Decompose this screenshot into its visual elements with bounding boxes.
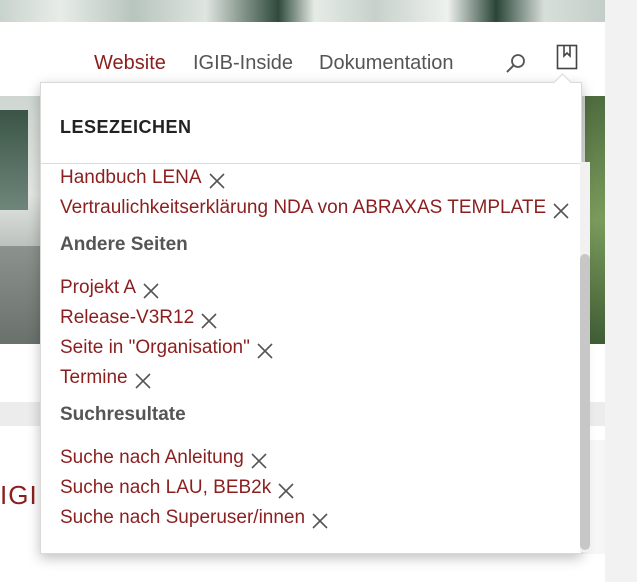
bookmark-link[interactable]: Handbuch LENA	[60, 167, 202, 189]
bookmark-item: Termine	[60, 364, 152, 392]
close-icon[interactable]	[552, 202, 570, 220]
bookmarks-title: LESEZEICHEN	[60, 117, 192, 137]
section-heading: IGI	[0, 480, 38, 510]
close-icon[interactable]	[142, 282, 160, 300]
bookmark-link[interactable]: Termine	[60, 367, 128, 389]
bookmark-item: Vertraulichkeitserklärung NDA von ABRAXA…	[60, 194, 570, 222]
bookmark-link[interactable]: Suche nach Superuser/innen	[60, 507, 305, 529]
hero-image-top	[0, 0, 605, 22]
group-title-andere-seiten: Andere Seiten	[60, 234, 188, 255]
group-title-suchresultate: Suchresultate	[60, 404, 186, 425]
bookmarks-list: Handbuch LENA Vertraulichkeitserklärung …	[41, 164, 581, 553]
nav-website[interactable]: Website	[94, 52, 166, 75]
bookmark-link[interactable]: Release-V3R12	[60, 307, 194, 329]
nav-dokumentation[interactable]: Dokumentation	[319, 52, 454, 75]
bookmark-link[interactable]: Vertraulichkeitserklärung NDA von ABRAXA…	[60, 197, 546, 219]
bookmark-item: Suche nach Anleitung	[60, 444, 268, 472]
bookmark-item: Handbuch LENA	[60, 164, 226, 192]
bookmark-link[interactable]: Seite in "Organisation"	[60, 337, 250, 359]
page-edge	[605, 0, 637, 582]
bookmark-link[interactable]: Suche nach Anleitung	[60, 447, 244, 469]
scrollbar-thumb[interactable]	[580, 254, 590, 550]
bookmarks-dropdown: LESEZEICHEN Handbuch LENA Vertraulichkei…	[40, 82, 582, 554]
close-icon[interactable]	[200, 312, 218, 330]
bookmark-item: Suche nach LAU, BEB2k	[60, 474, 295, 502]
bookmarks-header: LESEZEICHEN	[41, 83, 581, 164]
bookmark-link[interactable]: Suche nach LAU, BEB2k	[60, 477, 271, 499]
close-icon[interactable]	[208, 172, 226, 190]
bookmark-icon[interactable]	[556, 44, 578, 70]
close-icon[interactable]	[256, 342, 274, 360]
bookmark-item: Projekt A	[60, 274, 160, 302]
nav-igib-inside[interactable]: IGIB-Inside	[193, 52, 293, 75]
search-icon[interactable]	[505, 52, 527, 74]
close-icon[interactable]	[134, 372, 152, 390]
bookmark-link[interactable]: Projekt A	[60, 277, 136, 299]
close-icon[interactable]	[311, 512, 329, 530]
close-icon[interactable]	[277, 482, 295, 500]
bookmark-item: Suche nach Superuser/innen	[60, 504, 329, 532]
bookmark-item: Release-V3R12	[60, 304, 218, 332]
close-icon[interactable]	[250, 452, 268, 470]
bookmark-item: Seite in "Organisation"	[60, 334, 274, 362]
